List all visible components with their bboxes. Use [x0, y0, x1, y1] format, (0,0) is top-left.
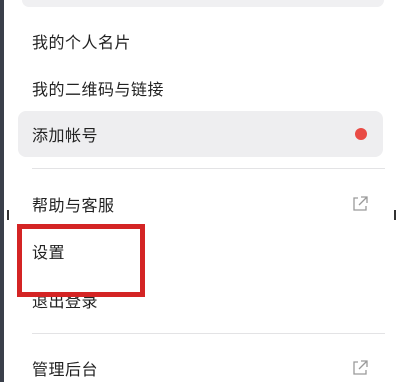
- edge-mark: [7, 210, 9, 220]
- menu-item-label: 我的二维码与链接: [32, 80, 165, 99]
- external-link-icon: [353, 196, 368, 211]
- menu-item-label: 帮助与客服: [32, 196, 115, 215]
- external-link-icon: [353, 360, 368, 375]
- menu-item-label: 添加帐号: [32, 126, 99, 145]
- menu-item-label: 管理后台: [32, 360, 99, 379]
- notification-dot-icon: [355, 128, 367, 140]
- account-menu: 我的个人名片 我的二维码与链接 添加帐号 帮助与客服 设置 退出登录 管理后台: [4, 0, 397, 382]
- menu-item-help-support[interactable]: 帮助与客服: [18, 181, 383, 227]
- menu-item-admin-console[interactable]: 管理后台: [18, 345, 383, 382]
- menu-item-label: 我的个人名片: [32, 33, 132, 52]
- menu-item-personal-card[interactable]: 我的个人名片: [18, 18, 383, 64]
- menu-item-qrcode-link[interactable]: 我的二维码与链接: [18, 65, 383, 111]
- edge-mark: [394, 210, 396, 220]
- menu-divider: [32, 168, 385, 169]
- menu-top-item-partial: [22, 0, 384, 7]
- annotation-highlight-box: [17, 224, 145, 297]
- menu-divider: [32, 333, 385, 334]
- menu-item-add-account[interactable]: 添加帐号: [18, 111, 383, 157]
